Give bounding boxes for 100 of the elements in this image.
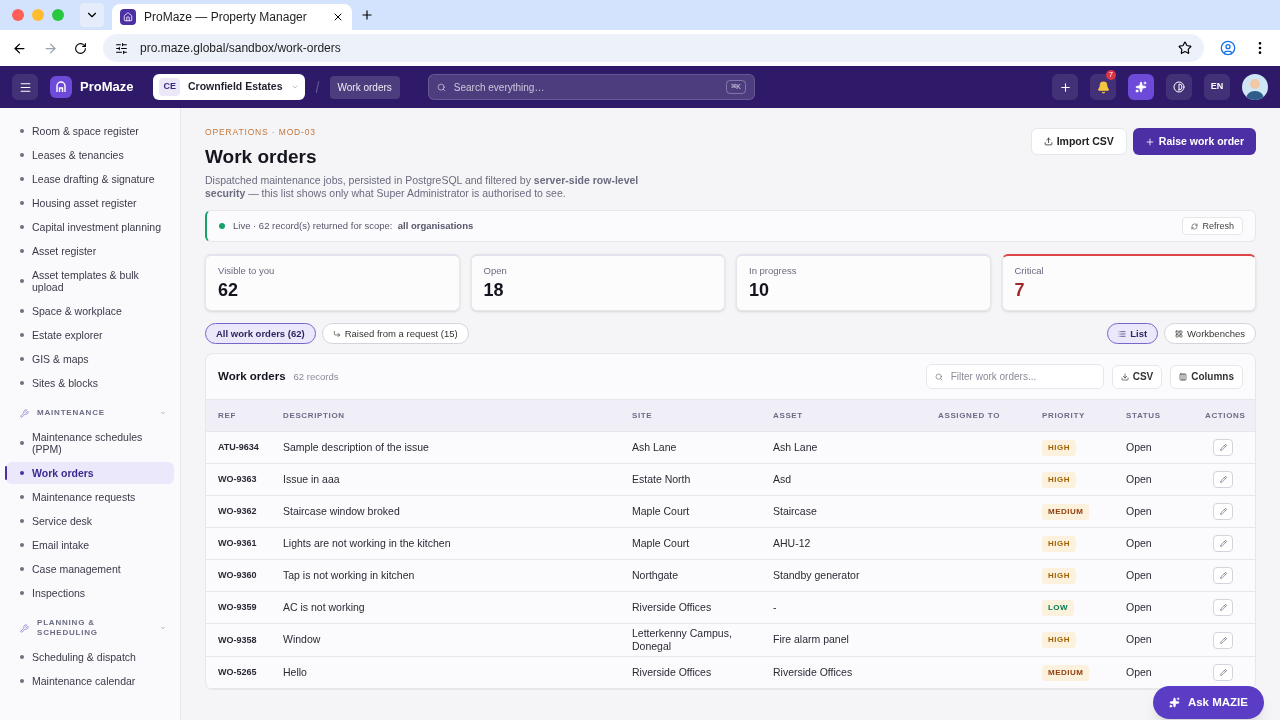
priority-badge: MEDIUM: [1042, 503, 1090, 520]
status-cell-text: Open: [1126, 503, 1152, 519]
description-cell-text: Issue in aaa: [283, 471, 340, 487]
column-header: REF: [218, 409, 236, 422]
organisation-switcher[interactable]: CE Crownfield Estates: [153, 74, 305, 100]
sidebar-item[interactable]: Space & workplace: [6, 300, 174, 322]
stat-value: 62: [218, 278, 240, 301]
sidebar-item[interactable]: Service desk: [6, 510, 174, 532]
priority-badge: HIGH: [1042, 439, 1076, 456]
site-cell-text: Ash Lane: [632, 441, 678, 455]
breadcrumb-item[interactable]: Work orders: [329, 75, 400, 99]
page-description: Dispatched maintenance jobs, persisted in PostgreSQL and filtered by server-side row-level security — this list shows only what Super Administrator is authorised to see.: [205, 174, 640, 201]
asset-cell-text: Asd: [773, 471, 792, 487]
description-cell-text: Window: [283, 632, 321, 648]
browser-tab[interactable]: ProMaze — Property Manager: [112, 4, 352, 30]
description-cell-text: AC is not working: [283, 599, 365, 615]
ref-cell: WO-9362: [218, 506, 257, 518]
organisation-initials: CE: [159, 78, 180, 96]
sidebar-item[interactable]: Email intake: [6, 534, 174, 556]
asset-cell-text: -: [773, 599, 777, 615]
priority-badge: HIGH: [1042, 632, 1076, 649]
priority-badge: HIGH: [1042, 471, 1076, 488]
sidebar-item[interactable]: Asset templates & bulk upload: [6, 264, 174, 298]
organisation-name: Crownfield Estates: [188, 79, 283, 95]
sidebar-item[interactable]: Maintenance schedules (PPM): [6, 426, 174, 460]
description-cell-text: Staircase window broked: [283, 503, 400, 519]
page-title: Work orders: [205, 144, 318, 169]
page-eyebrow: OPERATIONS · MOD-03: [205, 126, 317, 139]
description-cell-text: Tap is not working in kitchen: [283, 567, 415, 583]
sidebar-item[interactable]: Work orders: [6, 462, 174, 484]
filter-field[interactable]: Filter work orders...: [950, 369, 1095, 385]
column-header: STATUS: [1126, 409, 1161, 422]
asset-cell-text: Fire alarm panel: [773, 632, 849, 648]
site-cell-text: Riverside Offices: [632, 666, 713, 680]
view-toggle[interactable]: Workbenches: [1164, 323, 1256, 345]
csv-export-button[interactable]: CSV: [1111, 364, 1163, 389]
ref-cell: WO-9360: [218, 570, 257, 582]
table-title: Work orders: [218, 369, 286, 385]
sidebar-item[interactable]: Housing asset register: [6, 192, 174, 214]
site-cell-text: Maple Court: [632, 537, 691, 551]
status-cell-text: Open: [1126, 567, 1152, 583]
brand-name: ProMaze: [80, 78, 134, 97]
ref-cell: WO-9359: [218, 602, 257, 614]
column-header: ASSET: [773, 409, 803, 422]
ask-assistant-button[interactable]: Ask MAZIE: [1152, 686, 1264, 719]
stat-value: 7: [1014, 278, 1026, 301]
status-cell-text: Open: [1126, 471, 1152, 487]
language-button[interactable]: EN: [1204, 74, 1230, 100]
sidebar-item[interactable]: Scheduling & dispatch: [6, 646, 174, 668]
global-search-field[interactable]: Search everything…: [453, 79, 719, 95]
sidebar-item[interactable]: Estate explorer: [6, 324, 174, 346]
sidebar-item[interactable]: Case management: [6, 558, 174, 580]
column-header: ASSIGNED TO: [938, 409, 1000, 422]
column-header: ACTIONS: [1205, 409, 1246, 422]
columns-button[interactable]: Columns: [1170, 364, 1243, 389]
view-toggle[interactable]: List: [1107, 323, 1159, 345]
stat-value: 18: [483, 278, 505, 301]
raise-work-order-button[interactable]: Raise work order: [1132, 128, 1256, 155]
sidebar-item[interactable]: Lease drafting & signature: [6, 168, 174, 190]
stat-label: In progress: [749, 264, 798, 279]
status-cell-text: Open: [1126, 439, 1152, 455]
sidebar-item[interactable]: Sites & blocks: [6, 372, 174, 394]
column-header: SITE: [632, 409, 653, 422]
stat-label: Visible to you: [218, 264, 276, 279]
asset-cell-text: Riverside Offices: [773, 664, 853, 680]
section-heading: MAINTENANCE: [37, 408, 106, 418]
sidebar-item[interactable]: Asset register: [6, 240, 174, 262]
section-heading: PLANNING & SCHEDULING: [37, 618, 99, 638]
column-header: PRIORITY: [1042, 409, 1085, 422]
stat-label: Open: [483, 264, 508, 279]
sidebar-item[interactable]: Maintenance requests: [6, 486, 174, 508]
import-csv-button[interactable]: Import CSV: [1030, 128, 1127, 155]
search-box[interactable]: Search everything… ⌘K: [427, 74, 755, 100]
site-cell-text: Riverside Offices: [632, 601, 713, 615]
asset-cell-text: Standby generator: [773, 567, 860, 583]
priority-badge: LOW: [1042, 599, 1075, 616]
sidebar-item[interactable]: Capital investment planning: [6, 216, 174, 238]
url-text: pro.maze.global/sandbox/work-orders: [140, 40, 342, 57]
sidebar-item[interactable]: Leases & tenancies: [6, 144, 174, 166]
description-cell-text: Hello: [283, 664, 307, 680]
sidebar-item[interactable]: GIS & maps: [6, 348, 174, 370]
asset-cell-text: Ash Lane: [773, 439, 818, 455]
ref-cell: WO-9358: [218, 634, 257, 646]
priority-badge: MEDIUM: [1042, 664, 1090, 681]
filter-chip[interactable]: Raised from a request (15): [321, 323, 469, 345]
status-cell-text: Open: [1126, 632, 1152, 648]
sidebar-item[interactable]: Room & space register: [6, 120, 174, 142]
sidebar-item[interactable]: Maintenance calendar: [6, 670, 174, 692]
live-status-text: Live · 62 record(s) returned for scope: all organisations: [233, 219, 474, 234]
site-cell-text: Letterkenny Campus, Donegal: [632, 627, 733, 654]
asset-cell-text: AHU-12: [773, 535, 811, 551]
filter-box[interactable]: Filter work orders...: [925, 364, 1104, 390]
address-bar[interactable]: pro.maze.global/sandbox/work-orders: [103, 34, 1204, 62]
refresh-button[interactable]: Refresh: [1182, 217, 1243, 236]
filter-chip[interactable]: All work orders (62): [205, 323, 316, 345]
sidebar-item[interactable]: Inspections: [6, 582, 174, 604]
status-cell-text: Open: [1126, 664, 1152, 680]
ref-cell: WO-9361: [218, 538, 257, 550]
ref-cell: ATU-9634: [218, 442, 259, 454]
description-cell-text: Sample description of the issue: [283, 439, 429, 455]
